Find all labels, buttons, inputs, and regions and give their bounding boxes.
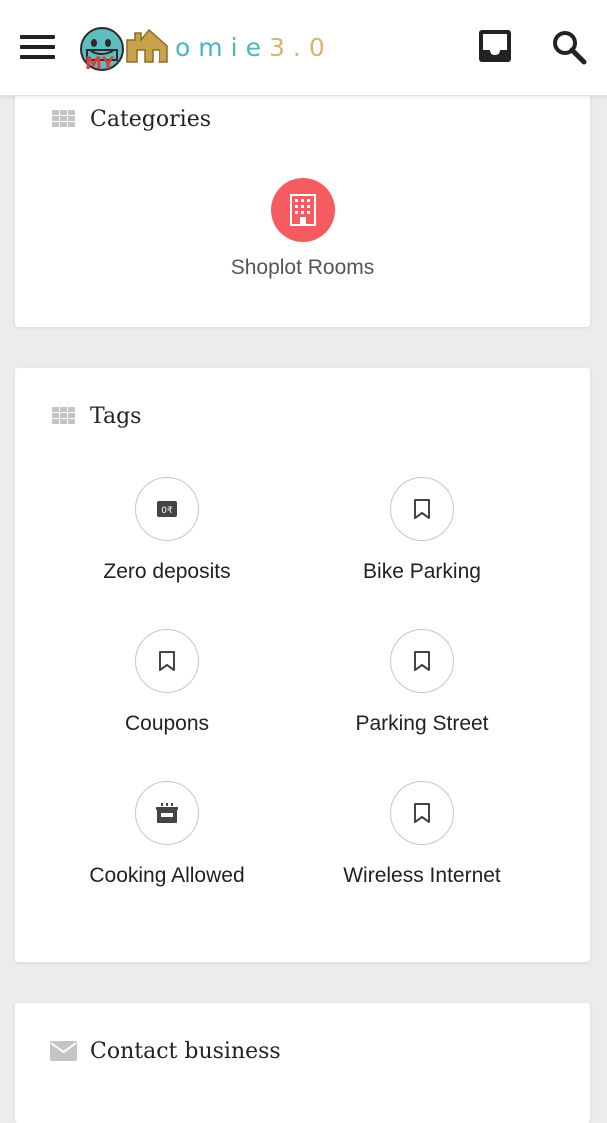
categories-card: Categories Shoplot Rooms <box>15 70 590 327</box>
svg-text:0₹: 0₹ <box>161 506 173 516</box>
search-icon <box>553 31 587 65</box>
tag-label[interactable]: Wireless Internet <box>297 864 547 888</box>
tag-item-cooking-allowed[interactable]: Cooking Allowed <box>42 781 292 888</box>
menu-bar <box>20 55 55 59</box>
tags-title: Tags <box>90 403 142 429</box>
category-label[interactable]: Shoplot Rooms <box>15 256 590 280</box>
tag-label[interactable]: Parking Street <box>297 712 547 736</box>
cooking-pot-icon <box>156 803 178 823</box>
logo-mascot-icon: MY <box>80 27 168 74</box>
app-logo[interactable]: MY omie3.0 <box>79 24 329 74</box>
tag-item-bike-parking[interactable]: Bike Parking <box>297 477 547 584</box>
zero-deposit-icon: 0₹ <box>157 501 177 517</box>
tag-label[interactable]: Zero deposits <box>42 560 292 584</box>
tag-icon-circle[interactable] <box>390 629 454 693</box>
tag-item-wireless-internet[interactable]: Wireless Internet <box>297 781 547 888</box>
contact-card: Contact business <box>15 1003 590 1123</box>
bookmark-icon <box>414 499 430 519</box>
categories-header: Categories <box>52 104 211 134</box>
tag-item-coupons[interactable]: Coupons <box>42 629 292 736</box>
category-item[interactable]: Shoplot Rooms <box>15 178 590 280</box>
bookmark-icon <box>414 651 430 671</box>
tag-label[interactable]: Bike Parking <box>297 560 547 584</box>
tag-item-parking-street[interactable]: Parking Street <box>297 629 547 736</box>
contact-header[interactable]: Contact business <box>50 1036 281 1066</box>
tag-icon-circle[interactable] <box>135 629 199 693</box>
mail-icon <box>50 1041 77 1061</box>
tag-icon-circle[interactable] <box>135 781 199 845</box>
grid-icon <box>52 407 76 425</box>
menu-button[interactable] <box>20 33 56 61</box>
categories-title: Categories <box>90 106 211 132</box>
tags-header: Tags <box>52 401 141 431</box>
app-header: MY omie3.0 <box>0 0 607 96</box>
svg-text:MY: MY <box>85 54 115 74</box>
logo-text: omie3.0 <box>175 33 333 62</box>
contact-title[interactable]: Contact business <box>90 1039 281 1064</box>
tag-icon-circle[interactable]: 0₹ <box>135 477 199 541</box>
inbox-icon <box>479 30 511 62</box>
tag-icon-circle[interactable] <box>390 477 454 541</box>
tag-label[interactable]: Cooking Allowed <box>42 864 292 888</box>
bookmark-icon <box>414 803 430 823</box>
tag-icon-circle[interactable] <box>390 781 454 845</box>
menu-bar <box>20 45 55 49</box>
category-icon-circle[interactable] <box>270 178 335 242</box>
tags-card: Tags 0₹ Zero deposits Bike Parking Coupo… <box>15 368 590 962</box>
tag-item-zero-deposits[interactable]: 0₹ Zero deposits <box>42 477 292 584</box>
building-icon <box>289 194 316 226</box>
inbox-button[interactable] <box>477 28 513 64</box>
search-button[interactable] <box>550 28 588 66</box>
bookmark-icon <box>159 651 175 671</box>
grid-icon <box>52 110 76 128</box>
menu-bar <box>20 35 55 39</box>
tag-label[interactable]: Coupons <box>42 712 292 736</box>
